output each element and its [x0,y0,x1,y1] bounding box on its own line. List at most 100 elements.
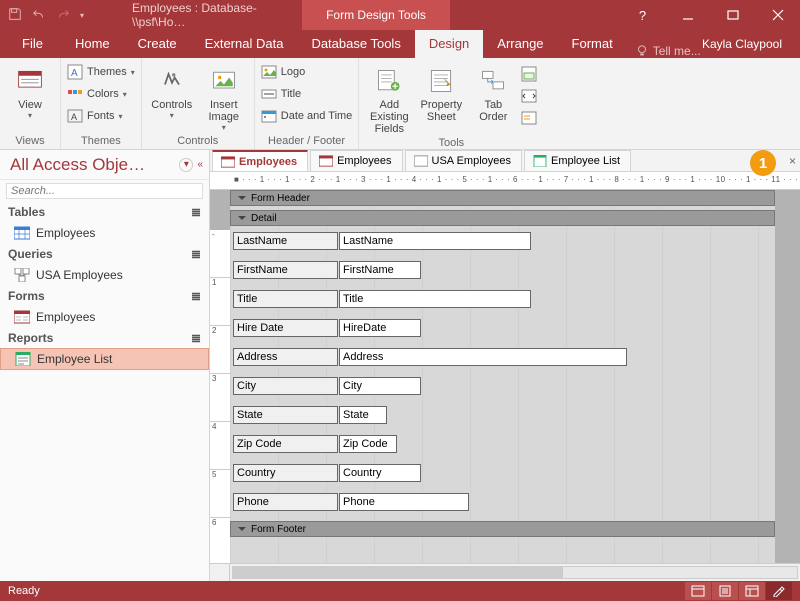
scroll-thumb[interactable] [233,567,563,578]
field-row[interactable]: TitleTitle [233,290,531,308]
tab-order-button[interactable]: Tab Order [469,61,517,123]
field-row[interactable]: CountryCountry [233,464,421,482]
tools-extra-1[interactable] [521,63,537,85]
nav-header[interactable]: All Access Obje… ▾ « [0,150,209,180]
section-detail[interactable]: Detail [230,210,775,226]
field-row[interactable]: FirstNameFirstName [233,261,421,279]
field-control[interactable]: State [339,406,387,424]
field-control[interactable]: HireDate [339,319,421,337]
themes-button[interactable]: AThemes▾ [67,61,135,83]
nav-item-form-employees[interactable]: Employees [0,306,209,328]
add-existing-fields-button[interactable]: Add Existing Fields [365,61,413,135]
nav-section-forms[interactable]: Forms≣ [0,286,209,306]
tools-extra-3[interactable] [521,107,537,129]
field-label[interactable]: Hire Date [233,319,338,337]
print-preview-button[interactable] [712,582,738,600]
design-view-button[interactable] [766,582,792,600]
field-control[interactable]: Zip Code [339,435,397,453]
nav-item-table-employees[interactable]: Employees [0,222,209,244]
field-control[interactable]: Address [339,348,627,366]
field-label[interactable]: City [233,377,338,395]
insert-image-button[interactable]: Insert Image▾ [200,61,248,132]
tab-database-tools[interactable]: Database Tools [297,30,414,58]
tab-file[interactable]: File [4,30,61,58]
tab-format[interactable]: Format [558,30,627,58]
nav-section-tables[interactable]: Tables≣ [0,202,209,222]
group-label-themes: Themes [67,133,135,149]
property-sheet-button[interactable]: Property Sheet [417,61,465,123]
ribbon-tab-strip: File Home Create External Data Database … [0,30,800,58]
layout-view-button[interactable] [739,582,765,600]
tab-design[interactable]: Design [415,30,483,58]
nav-item-report-employee-list[interactable]: Employee List [0,348,209,370]
qat-dropdown-icon[interactable]: ▾ [80,11,84,20]
view-button[interactable]: View ▾ [6,61,54,120]
nav-section-reports[interactable]: Reports≣ [0,328,209,348]
minimize-button[interactable] [665,0,710,30]
doctab-employees-table[interactable]: Employees [212,150,308,171]
report-view-button[interactable] [685,582,711,600]
field-label[interactable]: Address [233,348,338,366]
nav-collapse-icon[interactable]: « [197,159,203,170]
redo-icon[interactable] [56,7,70,24]
field-row[interactable]: PhonePhone [233,493,469,511]
help-button[interactable]: ? [620,0,665,30]
field-control[interactable]: Phone [339,493,469,511]
nav-item-query-usa[interactable]: USA Employees [0,264,209,286]
tools-extra-2[interactable] [521,85,537,107]
vertical-ruler[interactable]: -123456 [210,230,230,563]
field-label[interactable]: FirstName [233,261,338,279]
tab-home[interactable]: Home [61,30,124,58]
tab-arrange[interactable]: Arrange [483,30,557,58]
form-footer-grid[interactable] [230,537,775,563]
section-form-header[interactable]: Form Header [230,190,775,206]
datetime-button[interactable]: Date and Time [261,105,353,127]
doctab-close-button[interactable]: × [789,154,796,168]
field-row[interactable]: StateState [233,406,387,424]
doctab-label: USA Employees [432,155,511,167]
logo-label: Logo [281,66,305,78]
field-label[interactable]: Title [233,290,338,308]
field-control[interactable]: City [339,377,421,395]
doctab-employees-form[interactable]: Employees [310,150,402,171]
nav-section-queries[interactable]: Queries≣ [0,244,209,264]
field-control[interactable]: Country [339,464,421,482]
doctab-employee-list[interactable]: Employee List [524,150,631,171]
tab-external-data[interactable]: External Data [191,30,298,58]
field-row[interactable]: CityCity [233,377,421,395]
form-header-grid[interactable] [230,206,775,210]
field-label[interactable]: Country [233,464,338,482]
doctab-usa-employees[interactable]: USA Employees [405,150,522,171]
nav-dropdown-icon[interactable]: ▾ [179,158,193,172]
design-surface[interactable]: -123456 Form Header Detail LastNameLastN… [210,190,800,563]
field-row[interactable]: LastNameLastName [233,232,531,250]
field-label[interactable]: Phone [233,493,338,511]
colors-button[interactable]: Colors▾ [67,83,135,105]
title-button[interactable]: Title [261,83,353,105]
detail-grid[interactable]: LastNameLastNameFirstNameFirstNameTitleT… [230,226,775,521]
field-row[interactable]: AddressAddress [233,348,627,366]
field-control[interactable]: Title [339,290,531,308]
horizontal-scrollbar[interactable] [210,563,800,581]
field-row[interactable]: Zip CodeZip Code [233,435,397,453]
undo-icon[interactable] [32,7,46,24]
maximize-button[interactable] [710,0,755,30]
tell-me-search[interactable]: Tell me... [635,44,701,58]
nav-search-input[interactable] [6,183,203,199]
controls-button[interactable]: Controls▾ [148,61,196,120]
fonts-button[interactable]: AFonts▾ [67,105,135,127]
field-row[interactable]: Hire DateHireDate [233,319,421,337]
close-button[interactable] [755,0,800,30]
expand-icon [237,193,247,203]
field-label[interactable]: LastName [233,232,338,250]
account-username[interactable]: Kayla Claypool [702,30,800,58]
tab-create[interactable]: Create [124,30,191,58]
field-label[interactable]: Zip Code [233,435,338,453]
horizontal-ruler[interactable]: ■ · · · 1 · · · 1 · · · 2 · · · 1 · · · … [210,172,800,190]
field-control[interactable]: FirstName [339,261,421,279]
section-form-footer[interactable]: Form Footer [230,521,775,537]
field-label[interactable]: State [233,406,338,424]
field-control[interactable]: LastName [339,232,531,250]
logo-button[interactable]: Logo [261,61,353,83]
save-icon[interactable] [8,7,22,24]
